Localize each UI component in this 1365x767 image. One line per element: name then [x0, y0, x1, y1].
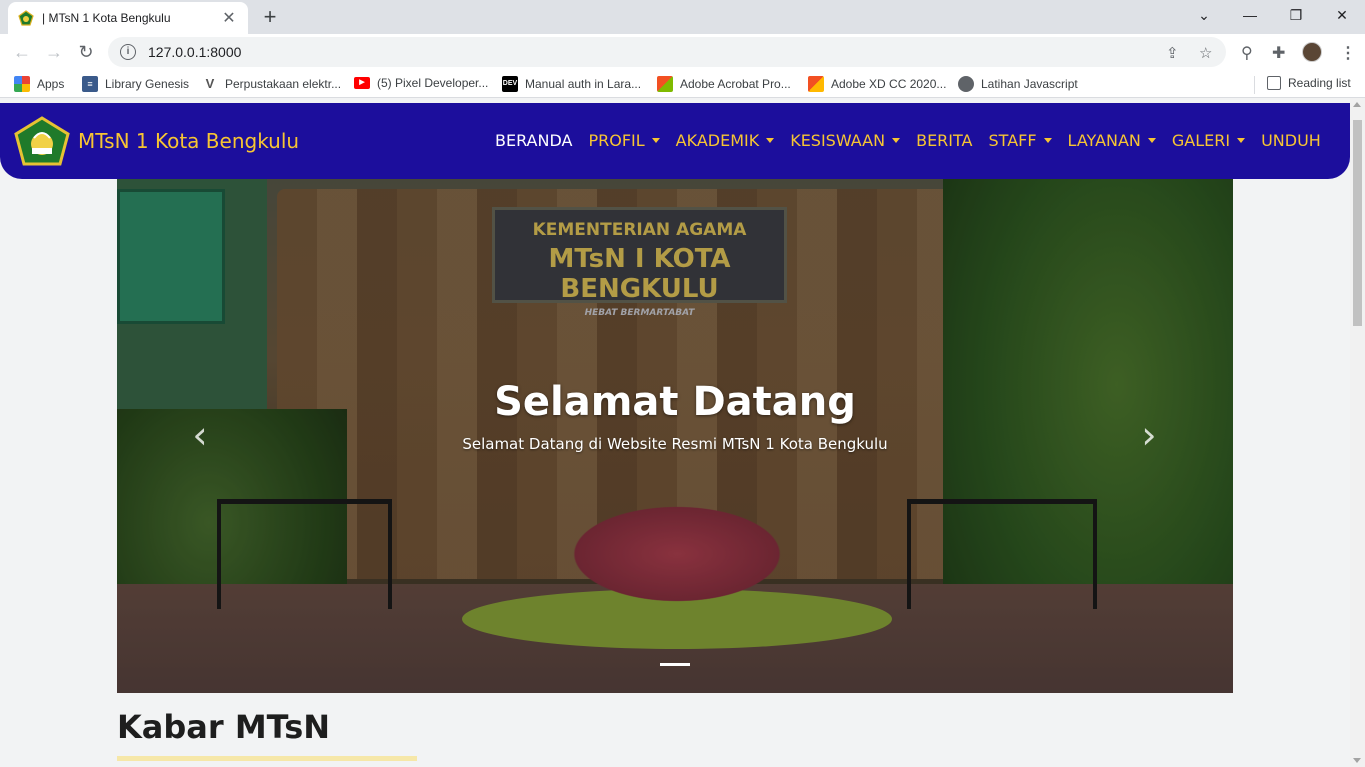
- page-viewport: MTsN 1 Kota Bengkulu BERANDA PROFIL AKAD…: [0, 98, 1365, 767]
- site-brand-name[interactable]: MTsN 1 Kota Bengkulu: [78, 129, 299, 153]
- main-menu: BERANDA PROFIL AKADEMIK KESISWAAN BERITA…: [495, 131, 1337, 150]
- bookmark-apps[interactable]: Apps: [14, 76, 64, 92]
- bookmark-label: Latihan Javascript: [981, 77, 1078, 91]
- bookmark-label: Adobe Acrobat Pro...: [680, 77, 791, 91]
- new-tab-button[interactable]: +: [258, 5, 282, 29]
- profile-avatar[interactable]: [1302, 42, 1322, 62]
- forward-button[interactable]: →: [42, 40, 66, 64]
- scrollbar-thumb[interactable]: [1353, 120, 1362, 326]
- caret-down-icon: [1147, 138, 1156, 143]
- back-button[interactable]: ←: [10, 40, 34, 64]
- extensions-puzzle-icon[interactable]: ✚: [1272, 43, 1285, 63]
- site-info-icon[interactable]: i: [120, 44, 136, 60]
- page-scrollbar[interactable]: [1350, 98, 1365, 767]
- carousel-caption-title: Selamat Datang: [494, 379, 856, 425]
- bookmark-star-icon[interactable]: ☆: [1199, 44, 1212, 62]
- kemenag-logo-icon[interactable]: [14, 116, 70, 166]
- nav-label: BERANDA: [495, 131, 573, 150]
- nav-layanan[interactable]: LAYANAN: [1068, 131, 1156, 150]
- bookmark-adobe-xd[interactable]: Adobe XD CC 2020...: [808, 76, 946, 92]
- bookmark-pixel-developer[interactable]: ▶ (5) Pixel Developer...: [354, 76, 488, 90]
- tab-close-icon[interactable]: ✕: [220, 8, 238, 28]
- nav-label: AKADEMIK: [675, 131, 760, 150]
- apps-grid-icon: [14, 76, 30, 92]
- nav-label: STAFF: [988, 131, 1037, 150]
- carousel-indicator[interactable]: [660, 663, 690, 666]
- nav-akademik[interactable]: AKADEMIK: [676, 131, 775, 150]
- browser-menu-icon[interactable]: ⋮: [1340, 43, 1356, 63]
- address-url[interactable]: 127.0.0.1:8000: [148, 44, 241, 60]
- location-pin-icon[interactable]: ⚲: [1241, 43, 1253, 63]
- browser-tab-bar: | MTsN 1 Kota Bengkulu ✕ + ⌄ — ❐ ✕: [0, 0, 1365, 34]
- nav-label: UNDUH: [1261, 131, 1321, 150]
- caret-down-icon: [892, 138, 901, 143]
- site-navbar: MTsN 1 Kota Bengkulu BERANDA PROFIL AKAD…: [0, 103, 1350, 179]
- browser-tab[interactable]: | MTsN 1 Kota Bengkulu ✕: [8, 2, 248, 34]
- bookmark-label: Adobe XD CC 2020...: [831, 77, 947, 91]
- bookmark-perpustakaan[interactable]: V Perpustakaan elektr...: [202, 76, 341, 92]
- carousel-prev-icon[interactable]: ‹: [185, 412, 215, 460]
- caret-down-icon: [1237, 138, 1246, 143]
- reading-list-label: Reading list: [1288, 76, 1351, 90]
- nav-label: LAYANAN: [1067, 131, 1141, 150]
- scroll-down-arrow-icon[interactable]: [1353, 758, 1361, 763]
- caret-down-icon: [1043, 138, 1052, 143]
- bookmark-label: Library Genesis: [105, 77, 190, 91]
- v-icon: V: [205, 76, 215, 91]
- nav-label: PROFIL: [588, 131, 645, 150]
- section-title-kabar: Kabar MTsN: [117, 708, 331, 746]
- bookmark-manual-auth[interactable]: DEV Manual auth in Lara...: [502, 76, 641, 92]
- nav-berita[interactable]: BERITA: [916, 131, 972, 150]
- youtube-icon: ▶: [354, 77, 370, 89]
- close-window-button[interactable]: ✕: [1319, 4, 1365, 26]
- bookmarks-separator: [1254, 76, 1255, 94]
- reading-list-icon: [1267, 76, 1281, 90]
- windows-icon: [657, 76, 673, 92]
- nav-profil[interactable]: PROFIL: [588, 131, 660, 150]
- nav-label: BERITA: [916, 131, 973, 150]
- caret-down-icon: [651, 138, 660, 143]
- library-icon: ≡: [82, 76, 98, 92]
- scroll-up-arrow-icon[interactable]: [1353, 102, 1361, 107]
- nav-label: GALERI: [1171, 131, 1231, 150]
- bookmark-label: (5) Pixel Developer...: [377, 76, 489, 90]
- restore-button[interactable]: ❐: [1273, 4, 1319, 26]
- nav-beranda[interactable]: BERANDA: [495, 131, 572, 150]
- caret-down-icon: [766, 138, 775, 143]
- nav-unduh[interactable]: UNDUH: [1261, 131, 1321, 150]
- bookmark-latihan-javascript[interactable]: Latihan Javascript: [958, 76, 1078, 92]
- globe-icon: [958, 76, 974, 92]
- hero-carousel[interactable]: KEMENTERIAN AGAMA MTsN I KOTA BENGKULU H…: [117, 179, 1233, 693]
- reload-button[interactable]: ↻: [74, 40, 98, 64]
- nav-galeri[interactable]: GALERI: [1171, 131, 1246, 150]
- tab-title: | MTsN 1 Kota Bengkulu: [42, 11, 171, 25]
- nav-staff[interactable]: STAFF: [989, 131, 1052, 150]
- bookmark-label: Apps: [37, 77, 65, 91]
- reading-list-button[interactable]: Reading list: [1267, 76, 1351, 90]
- share-icon[interactable]: ⇪: [1166, 44, 1179, 62]
- tab-search-chevron-icon[interactable]: ⌄: [1181, 4, 1227, 26]
- bookmark-adobe-acrobat[interactable]: Adobe Acrobat Pro...: [657, 76, 791, 92]
- dev-icon: DEV: [502, 76, 518, 92]
- windows-icon: [808, 76, 824, 92]
- section-title-underline: [117, 756, 417, 761]
- bookmarks-bar: Apps ≡ Library Genesis V Perpustakaan el…: [0, 70, 1365, 98]
- nav-kesiswaan[interactable]: KESISWAAN: [790, 131, 901, 150]
- carousel-next-icon[interactable]: ›: [1134, 412, 1164, 460]
- nav-label: KESISWAAN: [790, 131, 886, 150]
- minimize-button[interactable]: —: [1227, 4, 1273, 26]
- carousel-caption-text: Selamat Datang di Website Resmi MTsN 1 K…: [462, 435, 888, 453]
- browser-toolbar: ← → ↻ i 127.0.0.1:8000 ⇪ ☆ ⚲ ✚ ⋮: [0, 34, 1365, 70]
- kemenag-favicon-icon: [18, 10, 34, 26]
- bookmark-label: Perpustakaan elektr...: [225, 77, 342, 91]
- address-bar[interactable]: i 127.0.0.1:8000 ⇪ ☆: [108, 37, 1226, 67]
- bookmark-library-genesis[interactable]: ≡ Library Genesis: [82, 76, 189, 92]
- bookmark-label: Manual auth in Lara...: [525, 77, 642, 91]
